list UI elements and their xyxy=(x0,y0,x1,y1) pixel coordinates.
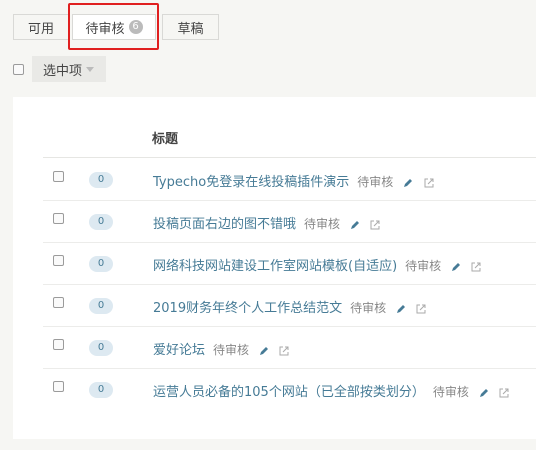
pencil-icon[interactable] xyxy=(479,388,489,398)
external-link-icon[interactable] xyxy=(279,346,289,356)
header-divider xyxy=(43,157,536,158)
table-row: 2019财务年终个人工作总结范文 待审核 xyxy=(153,297,426,316)
pencil-icon[interactable] xyxy=(396,304,406,314)
pencil-icon[interactable] xyxy=(403,178,413,188)
post-status: 待审核 xyxy=(357,175,394,189)
tab-label: 草稿 xyxy=(177,21,204,37)
external-link-icon[interactable] xyxy=(424,178,434,188)
row-divider xyxy=(43,242,536,243)
row-divider xyxy=(43,326,536,327)
table-row: 爱好论坛 待审核 xyxy=(153,339,289,358)
selected-items-dropdown[interactable]: 选中项 xyxy=(32,56,106,82)
dropdown-label: 选中项 xyxy=(43,63,83,79)
post-title-link[interactable]: Typecho免登录在线投稿插件演示 xyxy=(153,175,349,190)
table-row: Typecho免登录在线投稿插件演示 待审核 xyxy=(153,171,434,190)
row-checkbox[interactable] xyxy=(53,171,64,182)
row-divider xyxy=(43,284,536,285)
pencil-icon[interactable] xyxy=(259,346,269,356)
post-status: 待审核 xyxy=(304,217,341,231)
table-row: 投稿页面右边的图不错哦 待审核 xyxy=(153,213,380,232)
table-row: 运营人员必备的105个网站（已全部按类划分） 待审核 xyxy=(153,381,509,400)
row-checkbox[interactable] xyxy=(53,213,64,224)
table-row: 网络科技网站建设工作室网站模板(自适应) 待审核 xyxy=(153,255,481,274)
column-header-title: 标题 xyxy=(152,132,179,147)
select-all-checkbox[interactable] xyxy=(13,64,24,75)
comment-count-badge: 0 xyxy=(89,382,113,398)
tab-drafts[interactable]: 草稿 xyxy=(162,14,219,40)
post-status: 待审核 xyxy=(213,343,250,357)
external-link-icon[interactable] xyxy=(416,304,426,314)
row-checkbox[interactable] xyxy=(53,339,64,350)
comment-count-badge: 0 xyxy=(89,172,113,188)
comment-count-badge: 0 xyxy=(89,256,113,272)
post-title-link[interactable]: 爱好论坛 xyxy=(153,343,205,358)
row-divider xyxy=(43,200,536,201)
row-checkbox[interactable] xyxy=(53,255,64,266)
post-status: 待审核 xyxy=(350,301,387,315)
pencil-icon[interactable] xyxy=(451,262,461,272)
comment-count-badge: 0 xyxy=(89,298,113,314)
post-title-link[interactable]: 投稿页面右边的图不错哦 xyxy=(153,217,296,232)
row-checkbox[interactable] xyxy=(53,381,64,392)
pencil-icon[interactable] xyxy=(350,220,360,230)
external-link-icon[interactable] xyxy=(370,220,380,230)
tab-label: 可用 xyxy=(27,21,54,37)
caret-down-icon xyxy=(86,66,95,72)
external-link-icon[interactable] xyxy=(499,388,509,398)
row-checkbox[interactable] xyxy=(53,297,64,308)
post-title-link[interactable]: 网络科技网站建设工作室网站模板(自适应) xyxy=(153,259,397,274)
highlight-box xyxy=(68,3,159,50)
post-title-link[interactable]: 运营人员必备的105个网站（已全部按类划分） xyxy=(153,385,425,400)
row-divider xyxy=(43,368,536,369)
comment-count-badge: 0 xyxy=(89,340,113,356)
tab-available[interactable]: 可用 xyxy=(13,14,69,40)
post-status: 待审核 xyxy=(405,259,442,273)
comment-count-badge: 0 xyxy=(89,214,113,230)
post-status: 待审核 xyxy=(432,385,469,399)
external-link-icon[interactable] xyxy=(471,262,481,272)
post-title-link[interactable]: 2019财务年终个人工作总结范文 xyxy=(153,301,342,316)
